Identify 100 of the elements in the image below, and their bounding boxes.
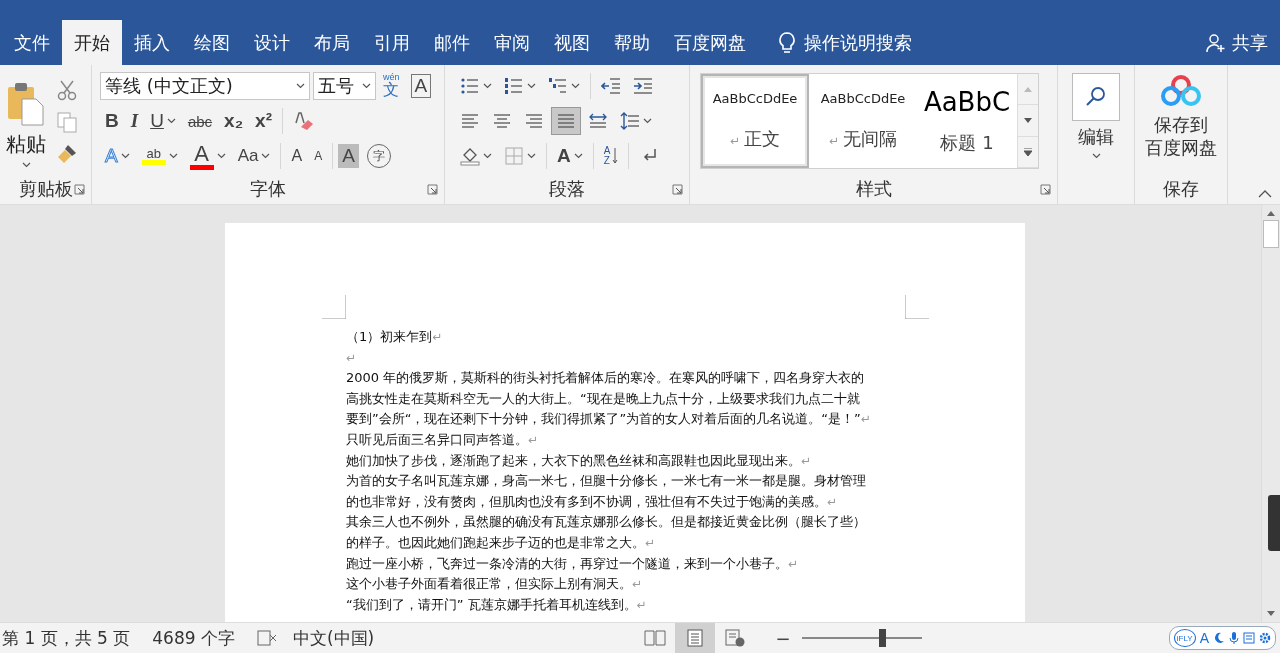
borders-icon [504, 146, 524, 166]
font-size-field[interactable]: 五号 [313, 72, 376, 100]
caret-icon [296, 83, 305, 89]
sort-button[interactable]: AZ [598, 142, 624, 170]
italic-button[interactable]: I [125, 107, 144, 135]
font-color-button[interactable]: A [184, 142, 231, 170]
underline-button[interactable]: U [145, 107, 181, 135]
numbering-icon [504, 76, 524, 96]
page-count[interactable]: 第 1 页，共 5 页 [2, 626, 131, 650]
clipboard-icon [6, 81, 46, 127]
document-text-line: 只听见后面三名异口同声答道。↵ [346, 430, 540, 449]
eraser-icon [293, 110, 315, 132]
scissors-icon[interactable] [56, 79, 78, 101]
settings-icon[interactable] [1259, 632, 1271, 644]
save-to-cloud-button[interactable]: 保存到 百度网盘 [1139, 75, 1223, 174]
input-mode-indicator[interactable]: A [1199, 630, 1209, 646]
ribbon-tab[interactable]: 布局 [302, 20, 362, 65]
document-text-line: 为首的女子名叫瓦莲京娜，身高一米七，但腿十分修长，一米七有一米一都是腿。身材管理 [346, 472, 867, 491]
bold-button[interactable]: B [100, 107, 124, 135]
paste-button[interactable]: 粘贴 [2, 71, 50, 174]
subscript-button[interactable]: x₂ [219, 107, 249, 135]
multilevel-icon [548, 76, 568, 96]
phonetic-guide-button[interactable]: wén 文 [378, 72, 405, 100]
collapse-ribbon-icon[interactable] [1258, 190, 1272, 198]
dialog-launcher-icon[interactable] [74, 184, 85, 195]
input-method-toolbar[interactable]: iFLY A [1168, 626, 1276, 650]
book-icon [643, 629, 668, 647]
group-label: 字体 [250, 177, 286, 201]
ribbon-tab[interactable]: 视图 [542, 20, 602, 65]
ribbon-tab[interactable]: 插入 [122, 20, 182, 65]
document-text-line: 其余三人也不例外，虽然腿的确没有瓦莲京娜那么修长。但是都接近黄金比例（腿长了些） [346, 513, 867, 532]
up-triangle-icon [1024, 86, 1032, 92]
document-text-line: 的样子。也因此她们跑起来步子迈的也是非常之大。↵ [346, 533, 657, 552]
scroll-up-icon[interactable] [1267, 211, 1275, 216]
group-label: 保存 [1163, 177, 1199, 201]
dialog-launcher-icon[interactable] [672, 184, 683, 195]
character-border-button[interactable]: A [410, 74, 432, 98]
caret-icon [362, 83, 371, 89]
share-button[interactable]: 共享 [1200, 20, 1280, 65]
scrollbar-thumb[interactable] [1263, 220, 1279, 248]
zoom-out-button[interactable]: − [769, 626, 797, 650]
document-text-line: 要到”会所“，现在还剩下十分钟，我们得抓紧了”为首的女人对着后面的几名说道。“是！”↵ [346, 410, 872, 429]
more-icon [1024, 147, 1032, 156]
style-gallery-item[interactable]: AaBbCcDdEe ↵ 正文 [701, 74, 809, 168]
fill-icon [460, 146, 480, 166]
group-label: 样式 [855, 177, 892, 201]
editing-button[interactable]: 编辑 [1066, 73, 1126, 174]
caret-icon [21, 162, 31, 168]
asian-layout-button[interactable]: A [552, 142, 588, 170]
zoom-slider-thumb[interactable] [879, 629, 887, 647]
group-label: 段落 [549, 177, 585, 201]
strikethrough-button[interactable]: abc [182, 107, 218, 135]
ribbon-tab[interactable]: 邮件 [422, 20, 482, 65]
bullets-icon [460, 76, 480, 96]
ribbon-tab[interactable]: 开始 [62, 20, 122, 65]
justify-icon [556, 111, 576, 131]
lightbulb-icon [778, 30, 796, 55]
justify-button[interactable] [551, 107, 581, 135]
language-indicator[interactable]: 中文(中国) [292, 626, 375, 650]
microphone-icon[interactable] [1229, 631, 1239, 645]
caret-icon [1091, 153, 1101, 159]
format-painter-icon[interactable] [56, 143, 78, 165]
tell-me-search[interactable]: 操作说明搜索 [772, 20, 918, 65]
character-shading-button[interactable]: A [338, 144, 359, 168]
corner-mark [905, 295, 929, 319]
corner-mark [322, 295, 346, 319]
word-count[interactable]: 4689 个字 [152, 626, 235, 650]
line-spacing-icon [620, 111, 640, 131]
down-triangle-icon [1024, 118, 1032, 123]
scroll-down-icon[interactable] [1267, 611, 1275, 616]
document-text-line: 高挑女性走在莫斯科空无一人的大街上。“现在是晚上九点十分，上级要求我们九点二十就 [346, 389, 861, 408]
proofing-icon[interactable] [256, 629, 277, 647]
document-text-line: 跑过一座小桥，飞奔过一条冷清的大街，再穿过一个隧道，来到一个小巷子。↵ [346, 554, 800, 573]
ribbon-tab[interactable]: 设计 [242, 20, 302, 65]
document-text-line: “我们到了，请开门” 瓦莲京娜手托着耳机连线到。↵ [346, 595, 648, 614]
superscript-button[interactable]: x² [250, 107, 277, 135]
ribbon-tab[interactable]: 审阅 [482, 20, 542, 65]
ribbon-tab[interactable]: 引用 [362, 20, 422, 65]
dialog-launcher-icon[interactable] [1040, 184, 1051, 195]
print-view-button[interactable] [675, 623, 716, 653]
shrink-font-button[interactable]: A [309, 142, 328, 170]
search-icon [1072, 73, 1120, 121]
more-styles-button[interactable] [1018, 136, 1038, 168]
keyboard-icon[interactable] [1243, 632, 1255, 644]
document-text-line: 2000 年的俄罗斯，莫斯科的街头衬托着解体后的寒冷。在寒风的呼啸下，四名身穿大衣的 [346, 369, 866, 388]
font-name-field[interactable]: 等线 (中文正文) [100, 72, 310, 100]
ribbon-tab[interactable]: 绘图 [182, 20, 242, 65]
document-text-line: ↵ [346, 349, 358, 367]
dialog-launcher-icon[interactable] [427, 184, 438, 195]
distribute-icon [588, 111, 608, 131]
grow-font-button[interactable]: A [286, 142, 308, 170]
scroll-down-button[interactable] [1018, 105, 1038, 137]
indent-icon [633, 76, 653, 96]
moon-icon[interactable] [1213, 632, 1225, 644]
person-add-icon [1206, 32, 1226, 53]
ribbon-tab[interactable]: 文件 [2, 20, 62, 65]
ribbon-tab[interactable]: 帮助 [602, 20, 662, 65]
change-case-button[interactable]: Aa [232, 142, 276, 170]
ribbon-tab[interactable]: 百度网盘 [662, 20, 758, 65]
highlight-button[interactable]: ab [136, 142, 183, 170]
